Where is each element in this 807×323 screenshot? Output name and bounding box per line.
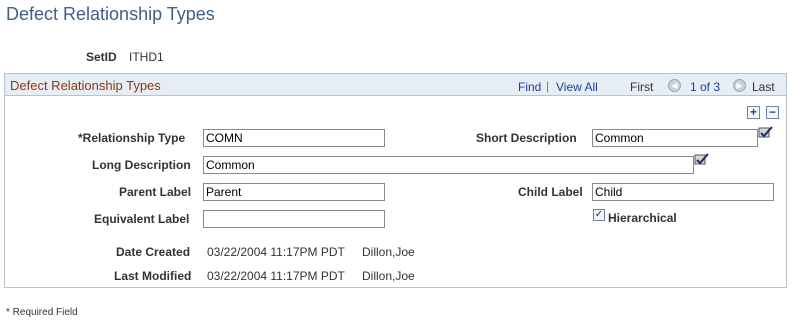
hierarchical-label: Hierarchical xyxy=(608,211,677,225)
date-created-user: Dillon,Joe xyxy=(362,245,415,259)
short-description-label: Short Description xyxy=(476,131,577,145)
spell-check-icon[interactable] xyxy=(694,152,710,166)
setid-value: ITHD1 xyxy=(129,50,164,64)
parent-label-label: Parent Label xyxy=(119,185,192,199)
grid-title: Defect Relationship Types xyxy=(10,78,161,93)
long-description-input[interactable] xyxy=(203,156,694,174)
nav-separator: | xyxy=(546,79,550,93)
view-all-link[interactable]: View All xyxy=(556,80,598,94)
first-label: First xyxy=(630,80,654,94)
arrow-right-circle-icon[interactable]: ▶ xyxy=(733,79,746,92)
equivalent-label-label: Equivalent Label xyxy=(94,212,190,226)
page-title: Defect Relationship Types xyxy=(6,4,215,24)
last-modified-user: Dillon,Joe xyxy=(362,269,415,283)
setid-label: SetID xyxy=(86,50,117,64)
child-label-input[interactable] xyxy=(592,183,774,201)
date-created-value: 03/22/2004 11:17PM PDT xyxy=(207,245,345,259)
last-modified-label: Last Modified xyxy=(114,269,192,283)
child-label-label: Child Label xyxy=(518,185,583,199)
last-modified-value: 03/22/2004 11:17PM PDT xyxy=(207,269,345,283)
last-label: Last xyxy=(752,80,775,94)
delete-row-button[interactable]: − xyxy=(766,106,779,119)
relationship-type-label: *Relationship Type xyxy=(78,131,186,145)
equivalent-label-input[interactable] xyxy=(203,210,385,228)
parent-label-input[interactable] xyxy=(203,183,385,201)
spell-check-icon[interactable] xyxy=(758,125,774,139)
relationship-type-input[interactable] xyxy=(203,129,385,147)
pager-text: 1 of 3 xyxy=(690,80,721,94)
date-created-label: Date Created xyxy=(116,245,191,259)
arrow-left-circle-icon[interactable]: ◀ xyxy=(668,79,681,92)
add-row-button[interactable]: + xyxy=(747,106,760,119)
long-description-label: Long Description xyxy=(92,158,191,172)
required-field-note: * Required Field xyxy=(6,307,78,318)
find-link[interactable]: Find xyxy=(518,80,541,94)
short-description-input[interactable] xyxy=(592,129,758,147)
hierarchical-checkbox[interactable]: ✓ xyxy=(593,209,605,221)
